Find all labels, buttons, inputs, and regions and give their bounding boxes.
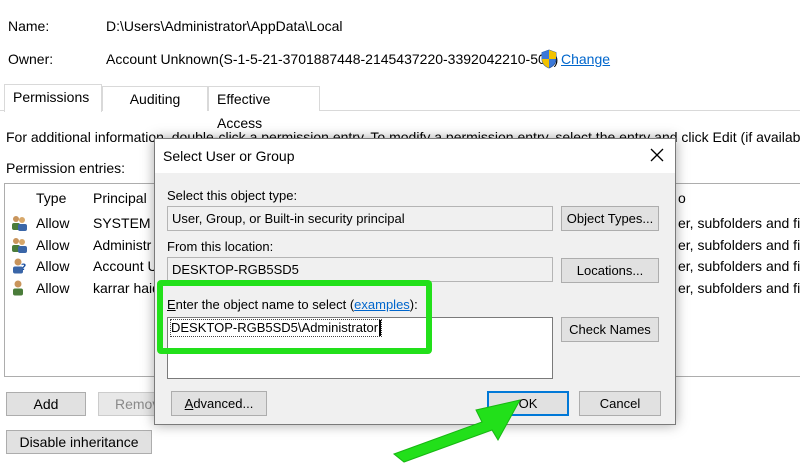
locations-button[interactable]: Locations... xyxy=(561,258,659,283)
svg-text:?: ? xyxy=(21,263,26,273)
owner-value: Account Unknown(S-1-5-21-3701887448-2145… xyxy=(106,51,559,67)
dialog-title: Select User or Group xyxy=(163,148,295,164)
location-label: From this location: xyxy=(167,239,274,254)
column-type[interactable]: Type xyxy=(36,190,66,206)
row-principal: Account U xyxy=(93,258,158,274)
disable-inheritance-button[interactable]: Disable inheritance xyxy=(6,430,152,454)
row-applies: er, subfolders and file xyxy=(678,215,800,231)
column-principal[interactable]: Principal xyxy=(93,190,147,206)
row-principal: Administr xyxy=(93,237,152,253)
row-type: Allow xyxy=(36,215,70,231)
tab-auditing[interactable]: Auditing xyxy=(102,86,208,111)
row-type: Allow xyxy=(36,258,70,274)
advanced-button[interactable]: Advanced... xyxy=(171,391,267,416)
cancel-button[interactable]: Cancel xyxy=(579,391,661,416)
object-types-button[interactable]: Object Types... xyxy=(561,206,659,231)
check-names-button[interactable]: Check Names xyxy=(561,317,659,342)
object-type-field: User, Group, or Built-in security princi… xyxy=(167,206,553,231)
highlight-box xyxy=(157,280,432,354)
row-applies: er, subfolders and file xyxy=(678,258,800,274)
user-icon xyxy=(10,280,28,299)
change-owner-link[interactable]: Change xyxy=(561,51,610,67)
row-applies: er, subfolders and file xyxy=(678,237,800,253)
users-group-icon xyxy=(10,237,28,256)
row-type: Allow xyxy=(36,280,70,296)
name-label: Name: xyxy=(8,18,50,34)
add-button[interactable]: Add xyxy=(6,392,86,416)
unknown-user-icon: ? xyxy=(10,258,28,277)
object-type-label: Select this object type: xyxy=(167,188,298,203)
tab-permissions[interactable]: Permissions xyxy=(4,84,102,112)
column-applies-to[interactable]: o xyxy=(678,190,686,206)
row-type: Allow xyxy=(36,237,70,253)
pointer-arrow-icon xyxy=(380,380,530,464)
row-principal: karrar haid xyxy=(93,280,160,296)
row-principal: SYSTEM xyxy=(93,215,151,231)
owner-label: Owner: xyxy=(8,51,54,67)
row-applies: er, subfolders and file xyxy=(678,280,800,296)
tab-effective-access[interactable]: Effective Access xyxy=(208,86,320,131)
location-field: DESKTOP-RGB5SD5 xyxy=(167,257,553,282)
advanced-label: dvanced... xyxy=(193,396,254,411)
permission-entries-label: Permission entries: xyxy=(6,160,126,176)
uac-shield-icon xyxy=(540,49,558,69)
users-group-icon xyxy=(10,215,28,234)
name-value: D:\Users\Administrator\AppData\Local xyxy=(106,18,343,34)
close-icon[interactable] xyxy=(645,143,669,167)
